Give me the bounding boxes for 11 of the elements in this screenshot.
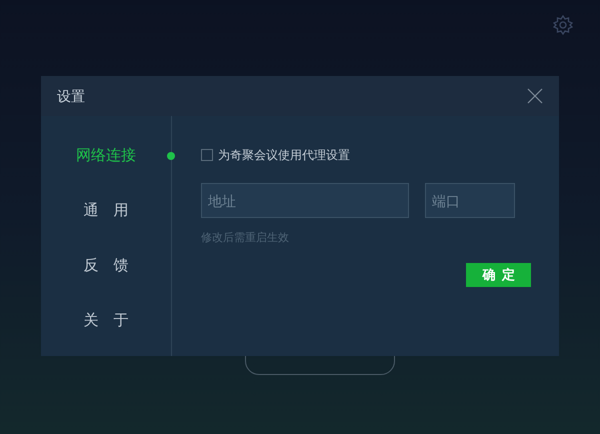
port-field[interactable]: 端口 (425, 183, 515, 218)
proxy-checkbox[interactable] (201, 149, 213, 161)
nav-item[interactable]: 关于 (68, 311, 144, 331)
address-field[interactable]: 地址 (201, 183, 409, 218)
dialog-title: 设置 (57, 86, 85, 106)
nav-item[interactable]: 网络连接 (76, 146, 136, 166)
nav-item[interactable]: 反馈 (68, 256, 144, 276)
nav-item[interactable]: 通用 (68, 201, 144, 221)
settings-icon[interactable] (553, 15, 573, 35)
close-icon[interactable] (527, 88, 543, 104)
proxy-label: 为奇聚会议使用代理设置 (218, 147, 350, 164)
